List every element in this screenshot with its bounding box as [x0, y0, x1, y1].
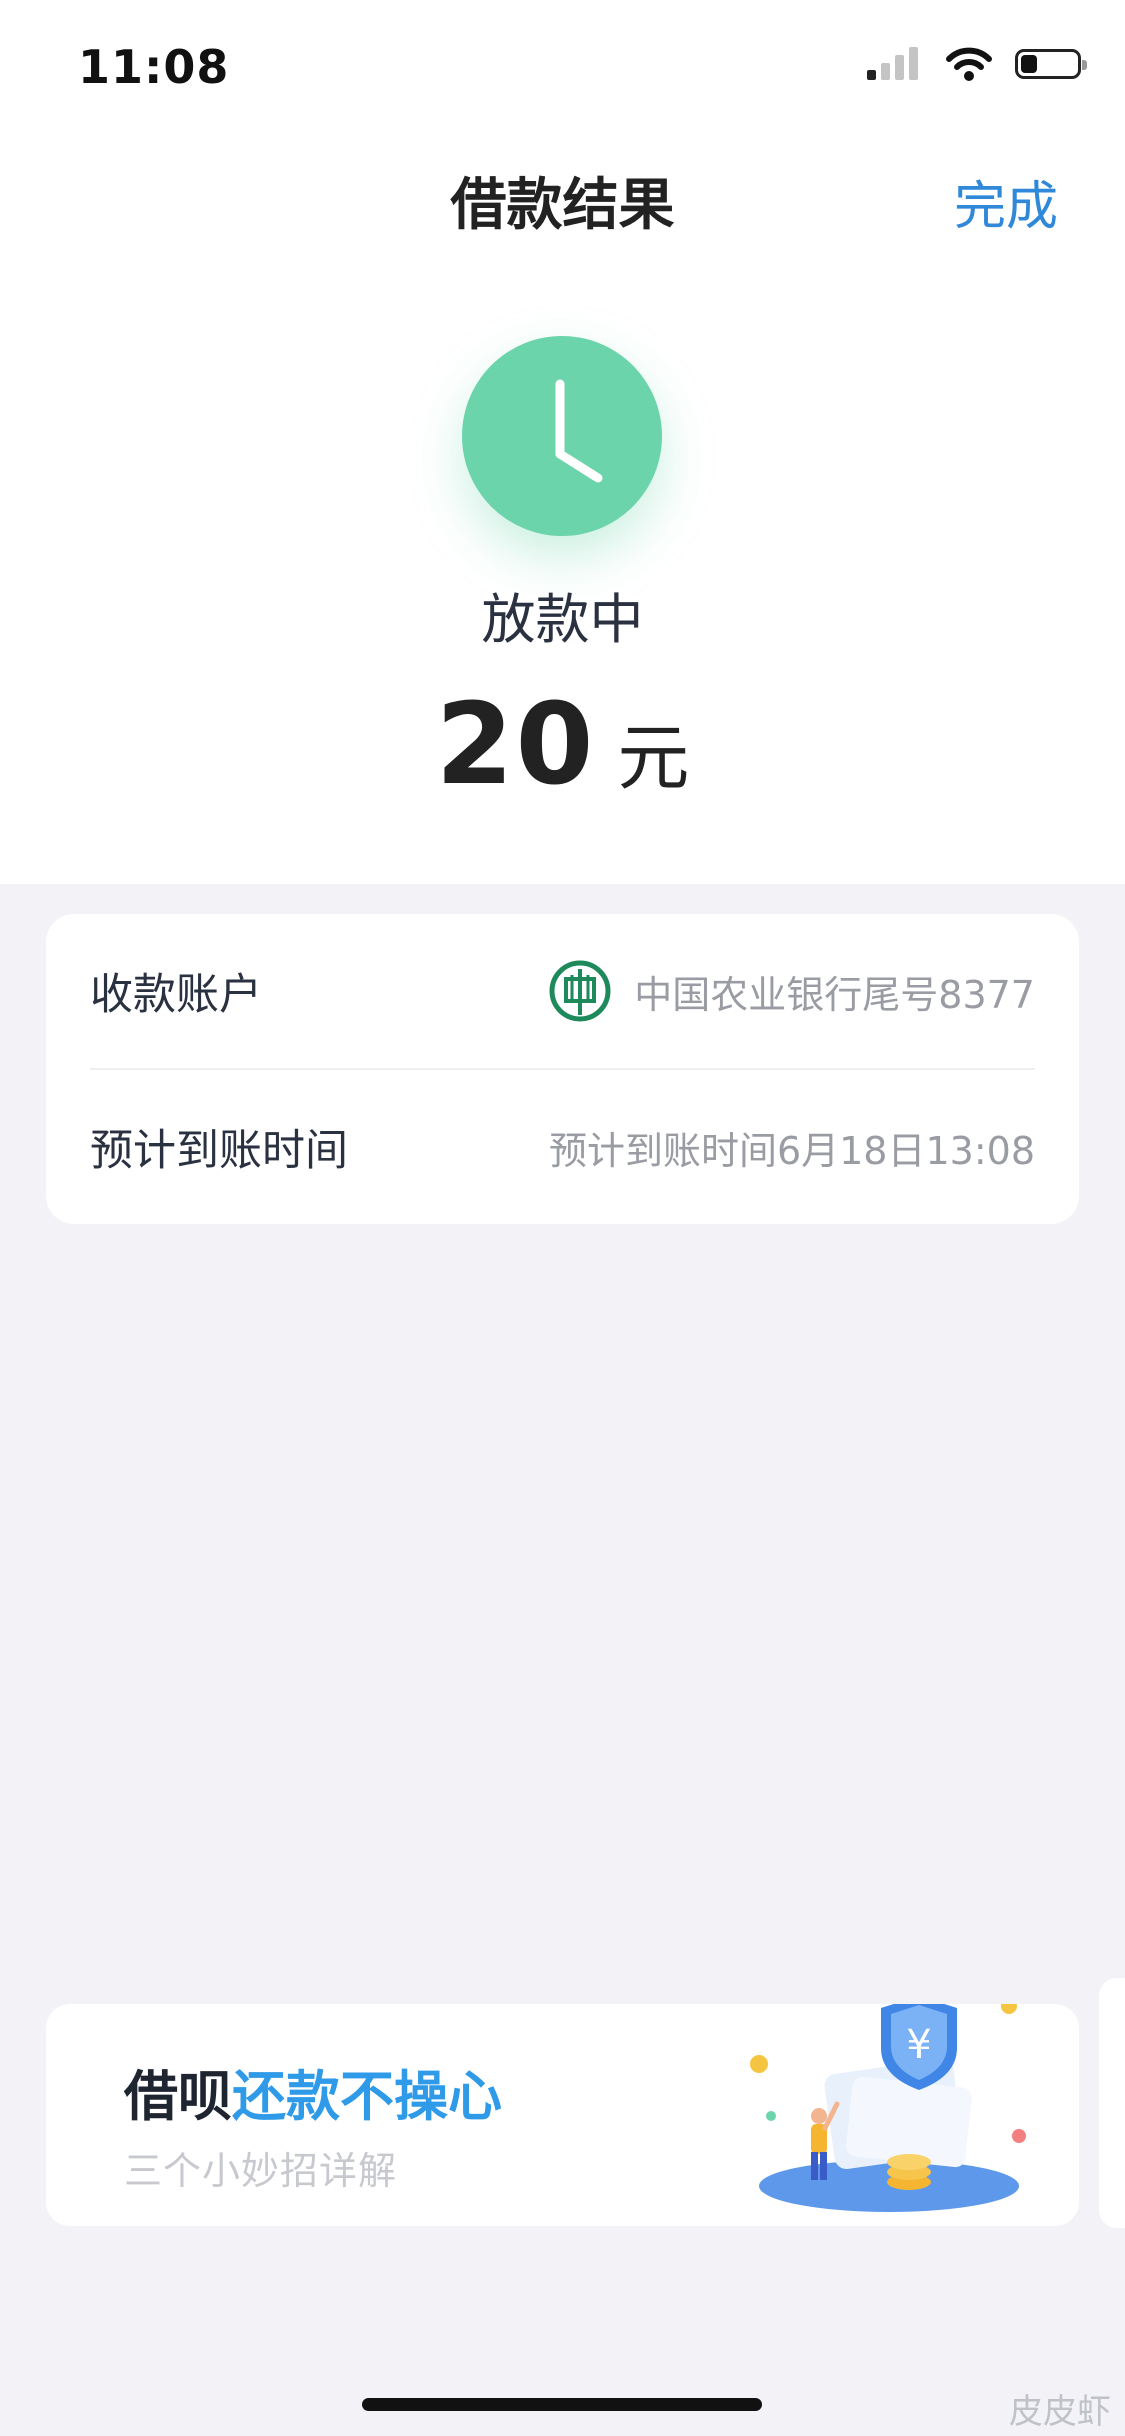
home-indicator[interactable]	[362, 2398, 762, 2411]
eta-value: 预计到账时间6月18日13:08	[548, 1128, 1035, 1173]
battery-icon	[1015, 49, 1087, 79]
abc-bank-logo	[549, 960, 611, 1022]
shield-illustration-icon: ¥	[750, 2004, 1026, 2212]
account-label: 收款账户	[90, 970, 262, 1020]
loan-info-card: 收款账户 中国农业银行尾号8377 预计到账时间 预计到账时间6月18日13:0…	[46, 914, 1079, 1224]
svg-text:¥: ¥	[906, 2022, 931, 2068]
loan-amount: 20 元	[0, 680, 1125, 810]
eta-row: 预计到账时间 预计到账时间6月18日13:08	[90, 1070, 1035, 1224]
clock-icon	[462, 336, 662, 536]
promo-title: 借呗还款不操心	[124, 2052, 502, 2131]
account-row: 收款账户 中国农业银行尾号8377	[90, 914, 1035, 1070]
account-value-group: 中国农业银行尾号8377	[548, 959, 1035, 1023]
loan-status: 放款中	[481, 588, 644, 651]
next-card-peek[interactable]	[1099, 1978, 1125, 2228]
amount-unit: 元	[617, 716, 690, 800]
status-icons	[867, 44, 1087, 84]
battery-level	[1021, 55, 1037, 73]
promo-title-blue: 还款不操心	[232, 2065, 502, 2128]
watermark: 皮皮虾	[1009, 2392, 1111, 2432]
promo-title-dark: 借呗	[124, 2065, 232, 2128]
status-time: 11:08	[78, 40, 230, 94]
promo-banner[interactable]: 借呗还款不操心 三个小妙招详解 ¥	[46, 2004, 1079, 2226]
amount-value: 20	[435, 680, 596, 810]
account-value: 中国农业银行尾号8377	[634, 972, 1035, 1017]
eta-label: 预计到账时间	[90, 1126, 348, 1176]
wifi-icon	[946, 47, 992, 81]
signal-icon	[867, 47, 918, 80]
promo-subtitle: 三个小妙招详解	[124, 2149, 398, 2193]
done-button[interactable]: 完成	[954, 164, 1058, 239]
